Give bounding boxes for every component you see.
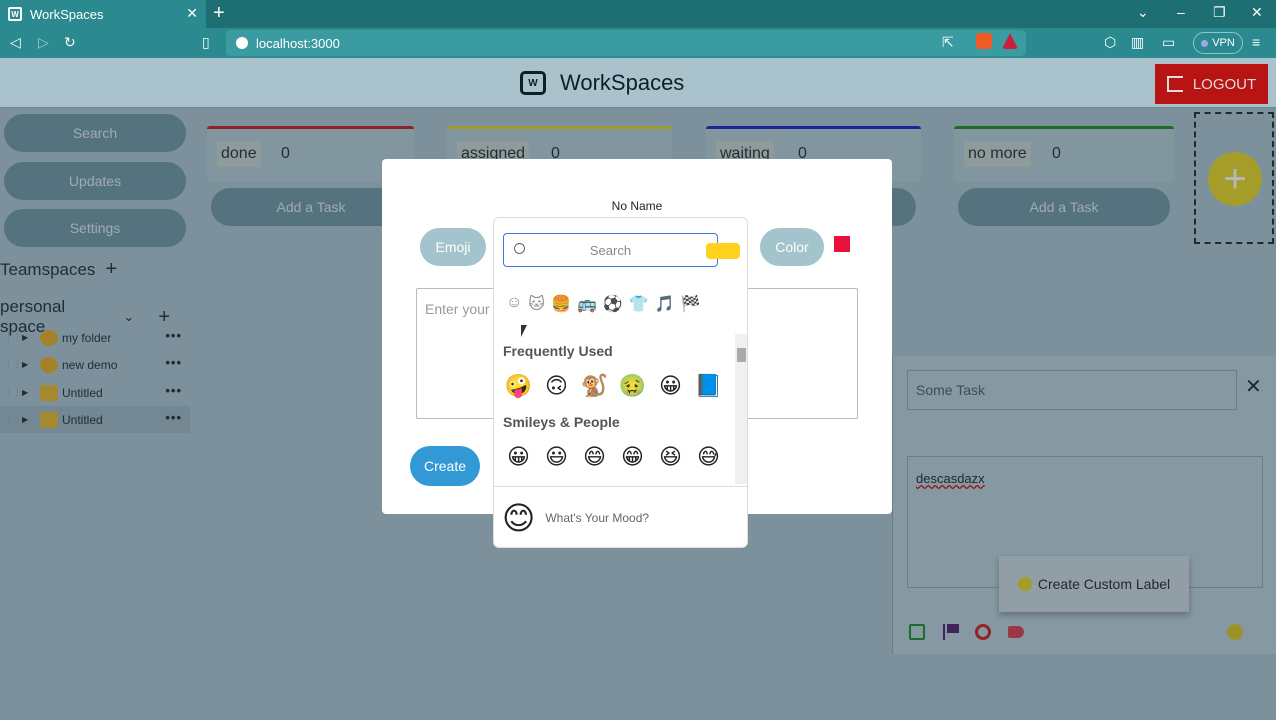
workspaces-logo-icon: W xyxy=(520,71,546,95)
emoji[interactable]: 😆 xyxy=(657,443,684,470)
address-bar[interactable]: localhost:3000 xyxy=(226,30,1026,56)
tab-list-icon[interactable]: ⌄ xyxy=(1137,4,1149,21)
preview-text: What's Your Mood? xyxy=(545,510,650,525)
category-symbols-icon[interactable]: 🎵 xyxy=(655,294,675,320)
emoji-button[interactable]: Emoji xyxy=(420,228,486,266)
sidebar-toggle-icon[interactable]: ▥ xyxy=(1131,34,1144,51)
reload-icon[interactable]: ↻ xyxy=(64,34,76,51)
emoji[interactable]: 🤪 xyxy=(505,372,532,399)
color-button[interactable]: Color xyxy=(760,228,824,266)
share-icon[interactable]: ⇱ xyxy=(942,34,954,51)
emoji[interactable]: 😄 xyxy=(581,443,608,470)
minimize-icon[interactable]: – xyxy=(1177,4,1185,20)
logout-icon xyxy=(1166,76,1183,92)
vpn-button[interactable]: VPN xyxy=(1193,32,1243,54)
vpn-label: VPN xyxy=(1212,37,1235,49)
back-icon[interactable]: ◁ xyxy=(10,34,21,51)
emoji[interactable]: 😃 xyxy=(543,443,570,470)
emoji[interactable]: 🤢 xyxy=(619,372,646,399)
category-flags-icon[interactable]: 🏁 xyxy=(681,294,701,320)
emoji[interactable]: 🙃 xyxy=(543,372,570,399)
extensions-icon[interactable]: ⬡ xyxy=(1104,34,1116,51)
wallet-icon[interactable]: ▭ xyxy=(1162,34,1175,51)
modal-title: No Name xyxy=(611,199,663,213)
app-header: W WorkSpaces LOGOUT xyxy=(0,58,1276,108)
bookmark-icon[interactable]: ▯ xyxy=(202,34,210,51)
url-text: localhost:3000 xyxy=(256,35,340,51)
browser-tab[interactable]: W WorkSpaces ✕ xyxy=(0,0,206,28)
emoji-picker-footer: 😊 What's Your Mood? xyxy=(494,486,749,548)
category-travel-icon[interactable]: 🚌 xyxy=(577,294,597,320)
smileys-people-heading: Smileys & People xyxy=(503,414,620,430)
emoji-picker: Search ☺ 🐱 🍔 🚌 ⚽ 👕 🎵 🏁 Frequently Used 🤪… xyxy=(493,217,749,548)
logout-label: LOGOUT xyxy=(1192,75,1257,93)
emoji[interactable]: 😁 xyxy=(619,443,646,470)
menu-icon[interactable]: ≡ xyxy=(1252,34,1260,50)
skin-tone-button[interactable] xyxy=(706,243,740,259)
category-animals-icon[interactable]: 🐱 xyxy=(528,294,545,320)
site-info-icon[interactable] xyxy=(236,37,248,49)
color-swatch[interactable] xyxy=(834,236,850,252)
preview-emoji: 😊 xyxy=(502,499,536,536)
maximize-icon[interactable]: ❐ xyxy=(1213,4,1226,21)
emoji[interactable]: 📘 xyxy=(695,372,722,399)
category-smileys-icon[interactable]: ☺ xyxy=(506,294,522,320)
brand-title: WorkSpaces xyxy=(560,70,685,95)
create-button[interactable]: Create xyxy=(410,446,480,486)
search-icon xyxy=(514,243,525,254)
emoji-scrollbar[interactable] xyxy=(735,334,747,484)
browser-tab-bar: W WorkSpaces ✕ + ⌄ – ❐ ✕ xyxy=(0,0,1276,28)
vpn-status-icon xyxy=(1201,39,1209,47)
tab-title: WorkSpaces xyxy=(30,6,104,22)
search-placeholder: Search xyxy=(589,242,632,258)
emoji-category-bar: ☺ 🐱 🍔 🚌 ⚽ 👕 🎵 🏁 xyxy=(506,294,746,320)
new-tab-icon[interactable]: + xyxy=(213,2,225,25)
mouse-cursor-icon xyxy=(521,325,527,337)
tab-close-icon[interactable]: ✕ xyxy=(186,5,198,22)
workspaces-tab-icon: W xyxy=(8,7,22,21)
logout-button[interactable]: LOGOUT xyxy=(1155,64,1268,104)
close-window-icon[interactable]: ✕ xyxy=(1251,4,1263,21)
smileys-emoji-row: 😀 😃 😄 😁 😆 😅 xyxy=(505,443,722,470)
brave-shield-icon[interactable] xyxy=(976,33,992,49)
browser-toolbar: ◁ ▷ ↻ ▯ localhost:3000 ⇱ ⬡ ▥ ▭ VPN ≡ xyxy=(0,28,1276,58)
category-food-icon[interactable]: 🍔 xyxy=(551,294,571,320)
scrollbar-thumb[interactable] xyxy=(737,348,746,362)
emoji[interactable]: 😅 xyxy=(695,443,722,470)
category-objects-icon[interactable]: 👕 xyxy=(629,294,649,320)
emoji-search-input[interactable]: Search xyxy=(503,233,718,267)
frequent-emoji-row: 🤪 🙃 🐒 🤢 😀 📘 xyxy=(505,372,722,399)
emoji[interactable]: 😀 xyxy=(505,443,532,470)
category-activity-icon[interactable]: ⚽ xyxy=(603,294,623,320)
brand: W WorkSpaces xyxy=(520,70,684,96)
emoji[interactable]: 😀 xyxy=(657,372,684,399)
frequently-used-heading: Frequently Used xyxy=(503,343,613,359)
emoji[interactable]: 🐒 xyxy=(581,372,608,399)
forward-icon[interactable]: ▷ xyxy=(38,34,49,51)
